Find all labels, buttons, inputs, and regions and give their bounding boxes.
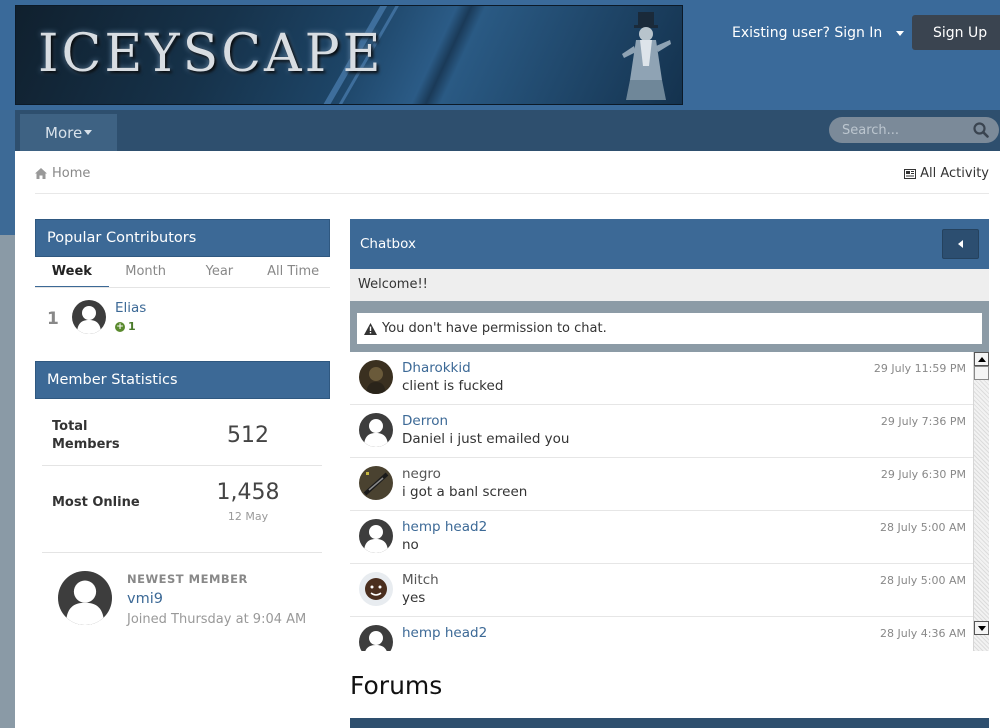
- sign-in-link[interactable]: Existing user? Sign In: [732, 25, 905, 41]
- total-members-value: 512: [227, 423, 269, 448]
- chat-username[interactable]: Mitch: [402, 572, 439, 588]
- chat-username[interactable]: hemp head2: [402, 625, 487, 641]
- chat-timestamp: 28 July 4:36 AM: [880, 627, 966, 640]
- avatar[interactable]: [359, 413, 393, 447]
- chatbox-title: Chatbox: [360, 236, 416, 252]
- chat-text: i got a banl screen: [402, 484, 528, 500]
- main-content: Home All Activity Popular Contributors W…: [15, 151, 1000, 728]
- chat-text: yes: [402, 590, 426, 606]
- forums-category-bar: [350, 718, 989, 728]
- avatar[interactable]: [359, 466, 393, 500]
- all-activity-link[interactable]: All Activity: [904, 166, 989, 181]
- permission-text: You don't have permission to chat.: [382, 321, 607, 336]
- popular-contributors-title: Popular Contributors: [35, 219, 330, 257]
- chatbox-collapse-button[interactable]: [942, 229, 979, 259]
- tab-year[interactable]: Year: [183, 257, 257, 288]
- chat-username[interactable]: Dharokkid: [402, 360, 471, 376]
- avatar[interactable]: [359, 519, 393, 553]
- chatbox-scrollbar[interactable]: [973, 352, 989, 651]
- sign-up-button[interactable]: Sign Up: [912, 15, 1000, 50]
- scroll-up-button[interactable]: [974, 352, 989, 366]
- newspaper-icon: [904, 168, 917, 179]
- chatbox-messages[interactable]: Dharokkid client is fucked 29 July 11:59…: [350, 352, 973, 651]
- home-icon: [35, 168, 47, 179]
- warning-icon: [364, 322, 377, 335]
- chevron-down-icon: [896, 30, 905, 36]
- chat-message: Dharokkid client is fucked 29 July 11:59…: [350, 352, 973, 405]
- all-activity-label: All Activity: [920, 166, 989, 181]
- page-side-strip: [0, 235, 15, 728]
- chat-username[interactable]: Derron: [402, 413, 448, 429]
- member-statistics-title: Member Statistics: [35, 361, 330, 399]
- scroll-down-button[interactable]: [974, 621, 989, 635]
- search-input[interactable]: Search...: [829, 117, 999, 143]
- chat-timestamp: 29 July 7:36 PM: [880, 415, 966, 428]
- chat-timestamp: 29 July 6:30 PM: [880, 468, 966, 481]
- chat-text: Daniel i just emailed you: [402, 431, 570, 447]
- chat-message: Mitch yes 28 July 5:00 AM: [350, 564, 973, 617]
- avatar[interactable]: [359, 572, 393, 606]
- site-header: ICEYSCAPE Existing user? Sign In Sign Up: [0, 0, 1000, 110]
- chat-message: negro i got a banl screen 29 July 6:30 P…: [350, 458, 973, 511]
- avatar[interactable]: [359, 625, 393, 651]
- arrow-down-icon: [977, 625, 986, 631]
- avatar[interactable]: [359, 360, 393, 394]
- scroll-thumb[interactable]: [974, 366, 989, 380]
- breadcrumb-divider: [35, 193, 989, 194]
- chevron-down-icon: [84, 130, 93, 135]
- contributor-rank: 1: [47, 309, 59, 329]
- total-members-label: Total Members: [52, 418, 120, 454]
- reputation-value: 1: [128, 320, 136, 333]
- breadcrumb-home[interactable]: Home: [52, 166, 90, 181]
- logo-text: ICEYSCAPE: [38, 24, 384, 84]
- newest-member-joined: Joined Thursday at 9:04 AM: [127, 612, 307, 627]
- main-nav: More Search...: [15, 110, 1000, 151]
- search-placeholder: Search...: [842, 122, 900, 138]
- stat-divider: [42, 552, 322, 553]
- tabs-divider: [35, 287, 330, 288]
- chat-username[interactable]: hemp head2: [402, 519, 487, 535]
- site-logo[interactable]: ICEYSCAPE: [15, 5, 683, 105]
- chatbox-header: Chatbox: [350, 219, 989, 269]
- arrow-up-icon: [977, 356, 986, 362]
- most-online-value: 1,458: [216, 480, 280, 505]
- plus-circle-icon: +: [115, 321, 125, 332]
- chat-username[interactable]: negro: [402, 466, 441, 482]
- nav-more-menu[interactable]: More: [20, 114, 117, 151]
- total-members-label-line2: Members: [52, 437, 120, 452]
- total-members-label-line1: Total: [52, 419, 88, 434]
- forums-heading: Forums: [350, 671, 443, 700]
- chat-timestamp: 28 July 5:00 AM: [880, 574, 966, 587]
- breadcrumb[interactable]: Home: [35, 166, 90, 181]
- most-online-date: 12 May: [227, 510, 269, 523]
- contributor-reputation: + 1: [115, 320, 136, 333]
- tab-week[interactable]: Week: [35, 257, 109, 288]
- chat-timestamp: 28 July 5:00 AM: [880, 521, 966, 534]
- chat-message: hemp head2 no 28 July 5:00 AM: [350, 511, 973, 564]
- contributor-name[interactable]: Elias: [115, 300, 146, 316]
- chatbox-permission-area: You don't have permission to chat.: [350, 301, 989, 352]
- wizard-figure-icon: [622, 12, 671, 100]
- chat-timestamp: 29 July 11:59 PM: [873, 362, 966, 375]
- caret-left-icon: [958, 240, 963, 248]
- avatar[interactable]: [72, 300, 106, 334]
- newest-member-label: NEWEST MEMBER: [127, 572, 248, 586]
- tab-all-time[interactable]: All Time: [256, 257, 330, 288]
- nav-more-label: More: [45, 123, 83, 142]
- chat-message: Derron Daniel i just emailed you 29 July…: [350, 405, 973, 458]
- avatar[interactable]: [58, 571, 112, 625]
- tab-month[interactable]: Month: [109, 257, 183, 288]
- chat-message: hemp head2 28 July 4:36 AM: [350, 617, 973, 651]
- most-online-label: Most Online: [52, 495, 140, 510]
- chat-text: client is fucked: [402, 378, 504, 394]
- contributors-tabs: Week Month Year All Time: [35, 257, 330, 288]
- stat-divider: [42, 465, 322, 466]
- sign-in-label: Existing user? Sign In: [732, 25, 883, 41]
- newest-member-name[interactable]: vmi9: [127, 591, 163, 607]
- search-icon[interactable]: [973, 122, 989, 138]
- chat-text: no: [402, 537, 419, 553]
- chatbox-welcome: Welcome!!: [350, 269, 989, 301]
- chatbox-permission-notice: You don't have permission to chat.: [357, 313, 982, 344]
